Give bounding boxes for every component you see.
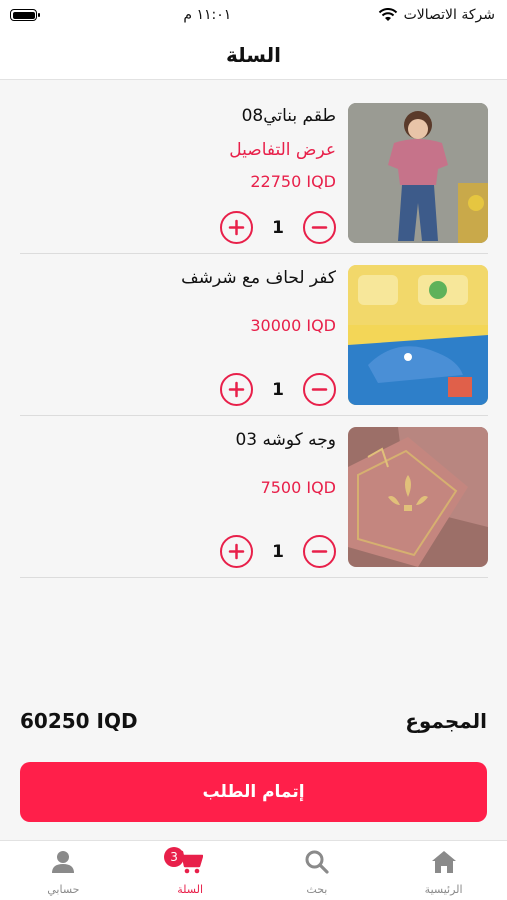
checkout-button[interactable]: إتمام الطلب [20,762,487,822]
increase-quantity-button[interactable] [220,373,253,406]
quantity-stepper: 1 [220,211,336,244]
total-amount: 60250 IQD [20,709,138,733]
item-price: 22750 IQD [250,172,336,191]
tab-bar: حسابي 3 السلة بحث الرئيسية [0,840,507,900]
quantity-value: 1 [272,379,284,400]
item-price: 30000 IQD [250,316,336,335]
plus-icon [228,543,245,560]
item-name: وجه كوشه 03 [235,430,336,450]
carrier-info: شركة الاتصالات [378,7,495,23]
search-icon [305,850,329,874]
tab-label: الرئيسية [424,883,463,896]
status-time: ١١:٠١ م [183,7,232,23]
view-details-link[interactable]: عرض التفاصيل [36,140,336,166]
cart-item: كفر لحاف مع شرشف 30000 IQD 1 [20,254,488,416]
tab-label: حسابي [47,883,80,896]
tab-label: السلة [177,883,203,896]
item-info: كفر لحاف مع شرشف 30000 IQD [36,268,336,335]
tab-home[interactable]: الرئيسية [380,841,507,900]
cart-item: طقم بناتي08 عرض التفاصيل 22750 IQD 1 [20,92,488,254]
item-name: طقم بناتي08 [241,106,336,126]
product-image[interactable] [348,427,488,567]
cart-list: طقم بناتي08 عرض التفاصيل 22750 IQD 1 كفر… [20,92,488,578]
tab-account[interactable]: حسابي [0,841,127,900]
page-title: السلة [225,42,281,67]
person-icon [52,851,75,873]
minus-icon [311,226,328,229]
battery-icon [10,9,40,21]
cart-item: وجه كوشه 03 7500 IQD 1 [20,416,488,578]
cart-count-badge: 3 [164,847,185,867]
plus-icon [228,219,245,236]
carrier-name: شركة الاتصالات [403,7,495,23]
minus-icon [311,388,328,391]
tab-cart[interactable]: 3 السلة [127,841,254,900]
item-price: 7500 IQD [260,478,336,497]
increase-quantity-button[interactable] [220,535,253,568]
quantity-stepper: 1 [220,535,336,568]
product-image[interactable] [348,265,488,405]
home-icon [431,851,456,873]
quantity-stepper: 1 [220,373,336,406]
tab-label: بحث [306,883,328,896]
decrease-quantity-button[interactable] [303,373,336,406]
status-bar: ١١:٠١ م شركة الاتصالات [0,0,507,30]
plus-icon [228,381,245,398]
item-info: وجه كوشه 03 7500 IQD [36,430,336,497]
tab-search[interactable]: بحث [254,841,381,900]
minus-icon [311,550,328,553]
decrease-quantity-button[interactable] [303,535,336,568]
total-row: 60250 IQD المجموع [20,706,487,736]
item-name: كفر لحاف مع شرشف [181,268,336,288]
decrease-quantity-button[interactable] [303,211,336,244]
page-header: السلة [0,30,507,80]
increase-quantity-button[interactable] [220,211,253,244]
product-image[interactable] [348,103,488,243]
total-label: المجموع [405,709,487,733]
item-info: طقم بناتي08 عرض التفاصيل 22750 IQD [36,106,336,191]
wifi-icon [378,8,397,21]
quantity-value: 1 [272,541,284,562]
quantity-value: 1 [272,217,284,238]
